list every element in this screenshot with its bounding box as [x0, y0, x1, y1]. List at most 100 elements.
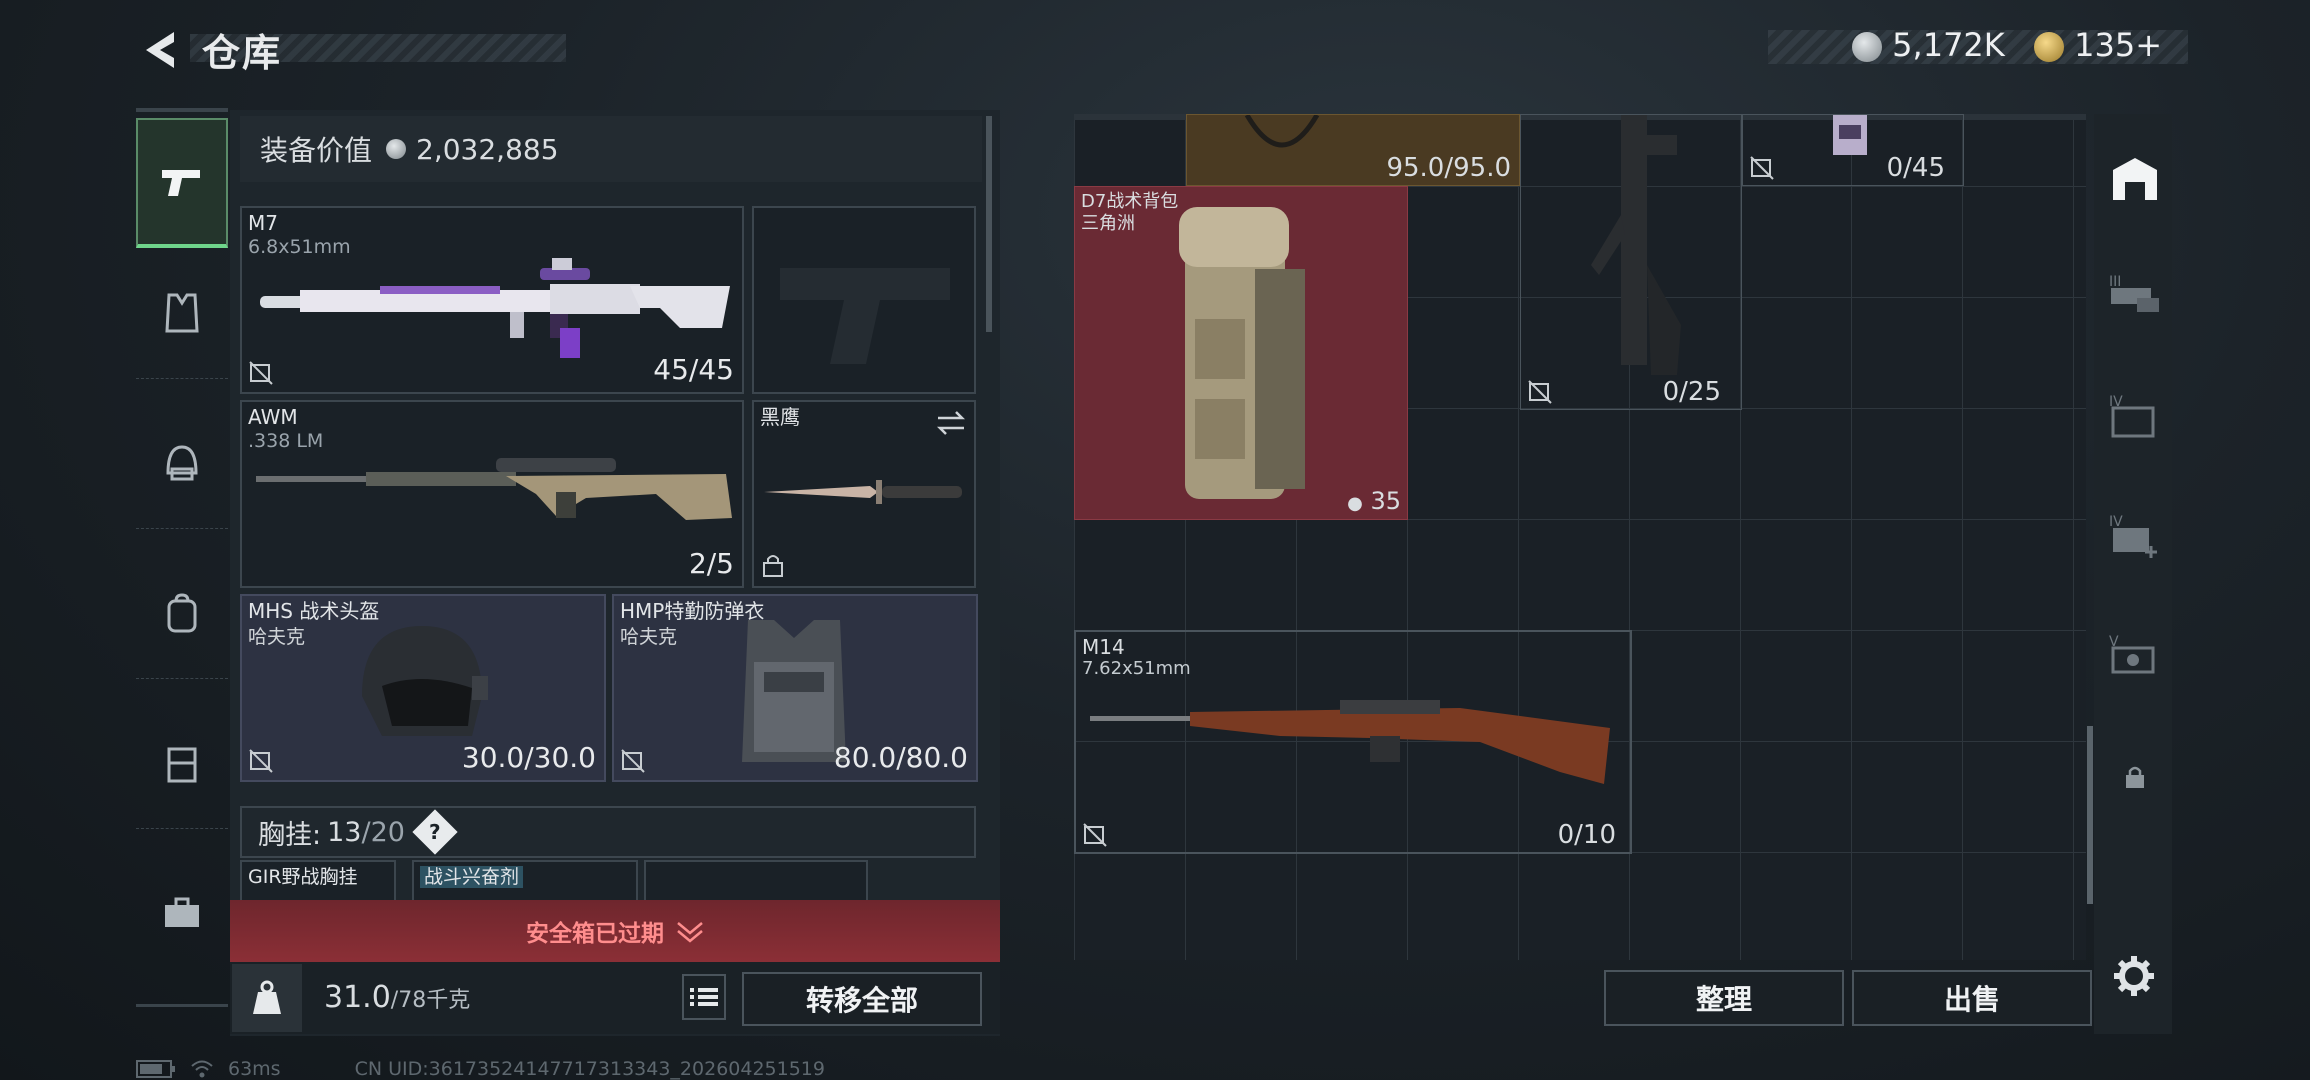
svg-text:III: III	[2109, 274, 2121, 290]
transfer-all-button[interactable]: 转移全部	[742, 972, 982, 1026]
smg-image	[1591, 115, 1681, 375]
backpack-count-value: 35	[1370, 487, 1401, 515]
smg-ammo: 0/25	[1662, 377, 1721, 407]
no-insurance-icon	[249, 749, 273, 773]
storage-tab-main[interactable]	[2100, 124, 2170, 234]
storage-tab-locked[interactable]	[2100, 722, 2170, 832]
storage-tab-4[interactable]: IV	[2100, 480, 2170, 590]
rig-item-gir-name: GIR野战胸挂	[248, 866, 358, 888]
no-insurance-icon	[1750, 156, 1774, 180]
status-bar: 63ms CN UID:36173524147717313343_2026042…	[136, 1058, 825, 1080]
safebox-expired-banner[interactable]: 安全箱已过期	[230, 900, 1000, 962]
item-a-durability: 95.0/95.0	[1386, 153, 1511, 183]
nav-toolbox[interactable]	[136, 848, 228, 978]
lock-icon	[763, 555, 783, 577]
item-b-ammo: 0/45	[1886, 153, 1945, 183]
weight-current: 31.0	[324, 980, 391, 1015]
storage-2-icon: III	[2109, 274, 2159, 312]
sell-button[interactable]: 出售	[1852, 970, 2092, 1026]
list-view-button[interactable]	[682, 974, 726, 1020]
storage-3-icon: IV	[2109, 394, 2155, 438]
wifi-icon	[191, 1060, 213, 1078]
sort-button[interactable]: 整理	[1604, 970, 1844, 1026]
storage-tab-3[interactable]: IV	[2100, 360, 2170, 470]
storage-item-a[interactable]: 95.0/95.0	[1186, 114, 1520, 186]
backpack-image	[1179, 207, 1305, 499]
no-insurance-icon	[1528, 380, 1552, 404]
left-nav	[136, 108, 228, 1008]
knife-image	[764, 480, 962, 504]
add-currency-button[interactable]: +	[2135, 26, 2162, 64]
m14-rifle-image	[1090, 700, 1610, 784]
backpack-brand: 三角洲	[1081, 213, 1135, 234]
body-armor-slot[interactable]: HMP特勤防弹衣 哈夫克 80.0/80.0	[612, 594, 978, 782]
currency-a-value: 5,172K	[1892, 26, 2005, 64]
nav-weapons[interactable]	[136, 118, 228, 248]
item-a-image	[1244, 115, 1320, 148]
helmet-icon	[166, 445, 198, 481]
nav-helmet[interactable]	[136, 398, 228, 529]
secondary-weapon-slot[interactable]: AWM .338 LM 2/5	[240, 400, 744, 588]
primary-weapon-slot[interactable]: M7 6.8x51mm 45/45	[240, 206, 744, 394]
no-insurance-icon	[249, 361, 273, 385]
nav-bottom-line	[136, 1004, 228, 1007]
silver-coin-icon	[386, 139, 407, 159]
storage-backpack[interactable]: D7战术背包 三角洲 ● 35	[1074, 186, 1408, 520]
lock-icon	[2126, 766, 2144, 788]
chest-rig-max: /20	[361, 816, 405, 848]
storage-m14[interactable]: M14 7.62x51mm 0/10	[1074, 630, 1632, 854]
settings-button[interactable]	[2112, 954, 2156, 1002]
equipment-scrollbar[interactable]	[986, 116, 992, 332]
person-icon: ●	[1347, 493, 1363, 514]
uid-text: CN UID:36173524147717313343_202604251519	[354, 1058, 825, 1080]
gear-icon	[2114, 956, 2154, 996]
chest-rig-bar: 胸挂: 13/20 ?	[240, 806, 976, 858]
storage-tab-2[interactable]: III	[2100, 240, 2170, 350]
help-icon-label: ?	[429, 819, 441, 844]
currency-a: 5,172K	[1852, 26, 2005, 64]
equipment-value: 2,032,885	[416, 132, 559, 166]
nav-armor[interactable]	[136, 248, 228, 379]
helmet-brand: 哈夫克	[248, 626, 306, 648]
equipment-value-label: 装备价值	[260, 134, 373, 167]
m14-name: M14	[1082, 635, 1125, 659]
m14-caliber: 7.62x51mm	[1082, 658, 1191, 679]
pistol-slot[interactable]	[752, 206, 976, 394]
nav-rig[interactable]	[136, 698, 228, 829]
toolbox-icon	[165, 897, 199, 927]
back-button[interactable]	[138, 28, 178, 72]
no-insurance-icon	[621, 749, 645, 773]
melee-slot[interactable]: 黑鹰	[752, 400, 976, 588]
helmet-slot[interactable]: MHS 战术头盔 哈夫克 30.0/30.0	[240, 594, 606, 782]
svg-text:IV: IV	[2109, 514, 2123, 530]
warehouse-icon	[2113, 158, 2157, 200]
nav-backpack[interactable]	[136, 548, 228, 679]
storage-scrollbar[interactable]	[2087, 726, 2093, 904]
storage-tab-5[interactable]: V	[2100, 600, 2170, 710]
pistol-icon	[162, 170, 200, 196]
page-title: 仓库	[202, 31, 283, 75]
list-icon	[690, 988, 718, 1006]
ping-text: 63ms	[228, 1058, 281, 1080]
help-icon[interactable]: ?	[412, 809, 458, 855]
back-arrow-icon	[146, 32, 174, 68]
vest-icon	[165, 293, 199, 333]
primary-weapon-name: M7	[248, 211, 278, 235]
pistol-silhouette-icon	[780, 268, 950, 364]
body-armor-durability: 80.0/80.0	[833, 741, 968, 774]
chest-rig-label: 胸挂:	[258, 819, 322, 851]
currency-b[interactable]: 135+	[2034, 26, 2162, 64]
weight-readout: 31.0/78千克	[324, 980, 470, 1015]
rig-item-stim-name: 战斗兴奋剂	[420, 866, 524, 888]
secondary-weapon-ammo: 2/5	[688, 547, 734, 580]
melee-name: 黑鹰	[760, 405, 800, 429]
battery-icon	[136, 1060, 175, 1078]
storage-item-b[interactable]: 0/45	[1742, 114, 1964, 186]
chest-rig-value: 13	[327, 816, 362, 848]
awm-rifle-image	[256, 458, 732, 520]
weight-max: /78千克	[390, 988, 471, 1013]
primary-weapon-ammo: 45/45	[653, 353, 734, 386]
currency-b-value: 135	[2074, 26, 2136, 64]
storage-smg[interactable]: 0/25	[1520, 114, 1742, 410]
swap-icon[interactable]	[936, 410, 966, 436]
